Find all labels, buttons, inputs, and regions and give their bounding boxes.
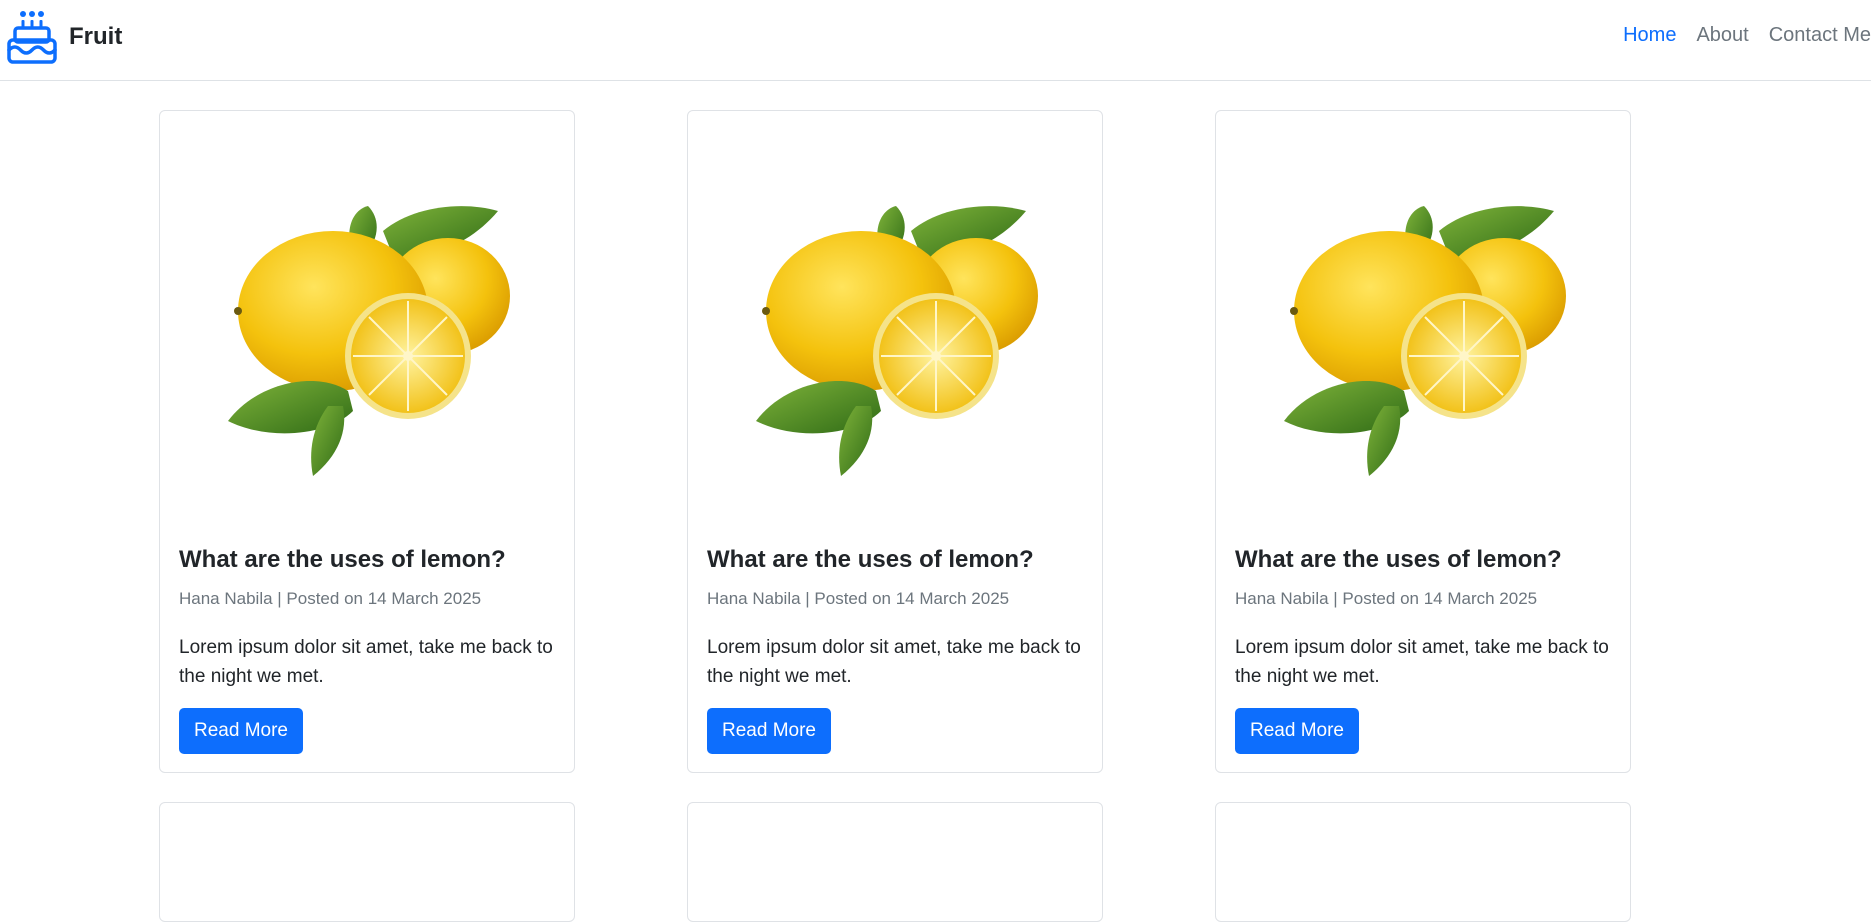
post-card: What are the uses of lemon? Hana Nabila … <box>159 110 575 773</box>
post-card: What are the uses of lemon? Hana Nabila … <box>1215 110 1631 773</box>
lemon-image <box>755 205 1039 477</box>
post-card: What are the uses of lemon? Hana Nabila … <box>687 110 1103 773</box>
lemon-image <box>1283 205 1567 477</box>
lemon-image <box>227 205 511 477</box>
post-card-partial <box>1215 802 1631 922</box>
post-excerpt: Lorem ipsum dolor sit amet, take me back… <box>179 637 553 687</box>
cake-icon <box>7 11 57 64</box>
post-meta: Hana Nabila | Posted on 14 March 2025 <box>179 589 482 608</box>
post-title: What are the uses of lemon? <box>707 546 1034 573</box>
read-more-button[interactable]: Read More <box>179 708 303 754</box>
nav-contact-link[interactable]: Contact Me <box>1769 24 1871 47</box>
read-more-button[interactable]: Read More <box>707 708 831 754</box>
post-meta: Hana Nabila | Posted on 14 March 2025 <box>707 589 1010 608</box>
post-title: What are the uses of lemon? <box>1235 546 1562 573</box>
post-title: What are the uses of lemon? <box>179 546 506 573</box>
post-card-partial <box>159 802 575 922</box>
nav-home-link[interactable]: Home <box>1623 24 1676 47</box>
post-excerpt: Lorem ipsum dolor sit amet, take me back… <box>707 637 1081 687</box>
brand-link[interactable]: Fruit <box>7 10 122 64</box>
nav-about-link[interactable]: About <box>1696 24 1748 47</box>
post-excerpt: Lorem ipsum dolor sit amet, take me back… <box>1235 637 1609 687</box>
brand-name: Fruit <box>69 23 123 50</box>
main-nav: Home About Contact Me <box>1603 24 1871 47</box>
post-card-partial <box>687 802 1103 922</box>
navbar: Fruit Home About Contact Me <box>0 0 1871 81</box>
read-more-button[interactable]: Read More <box>1235 708 1359 754</box>
post-meta: Hana Nabila | Posted on 14 March 2025 <box>1235 589 1538 608</box>
